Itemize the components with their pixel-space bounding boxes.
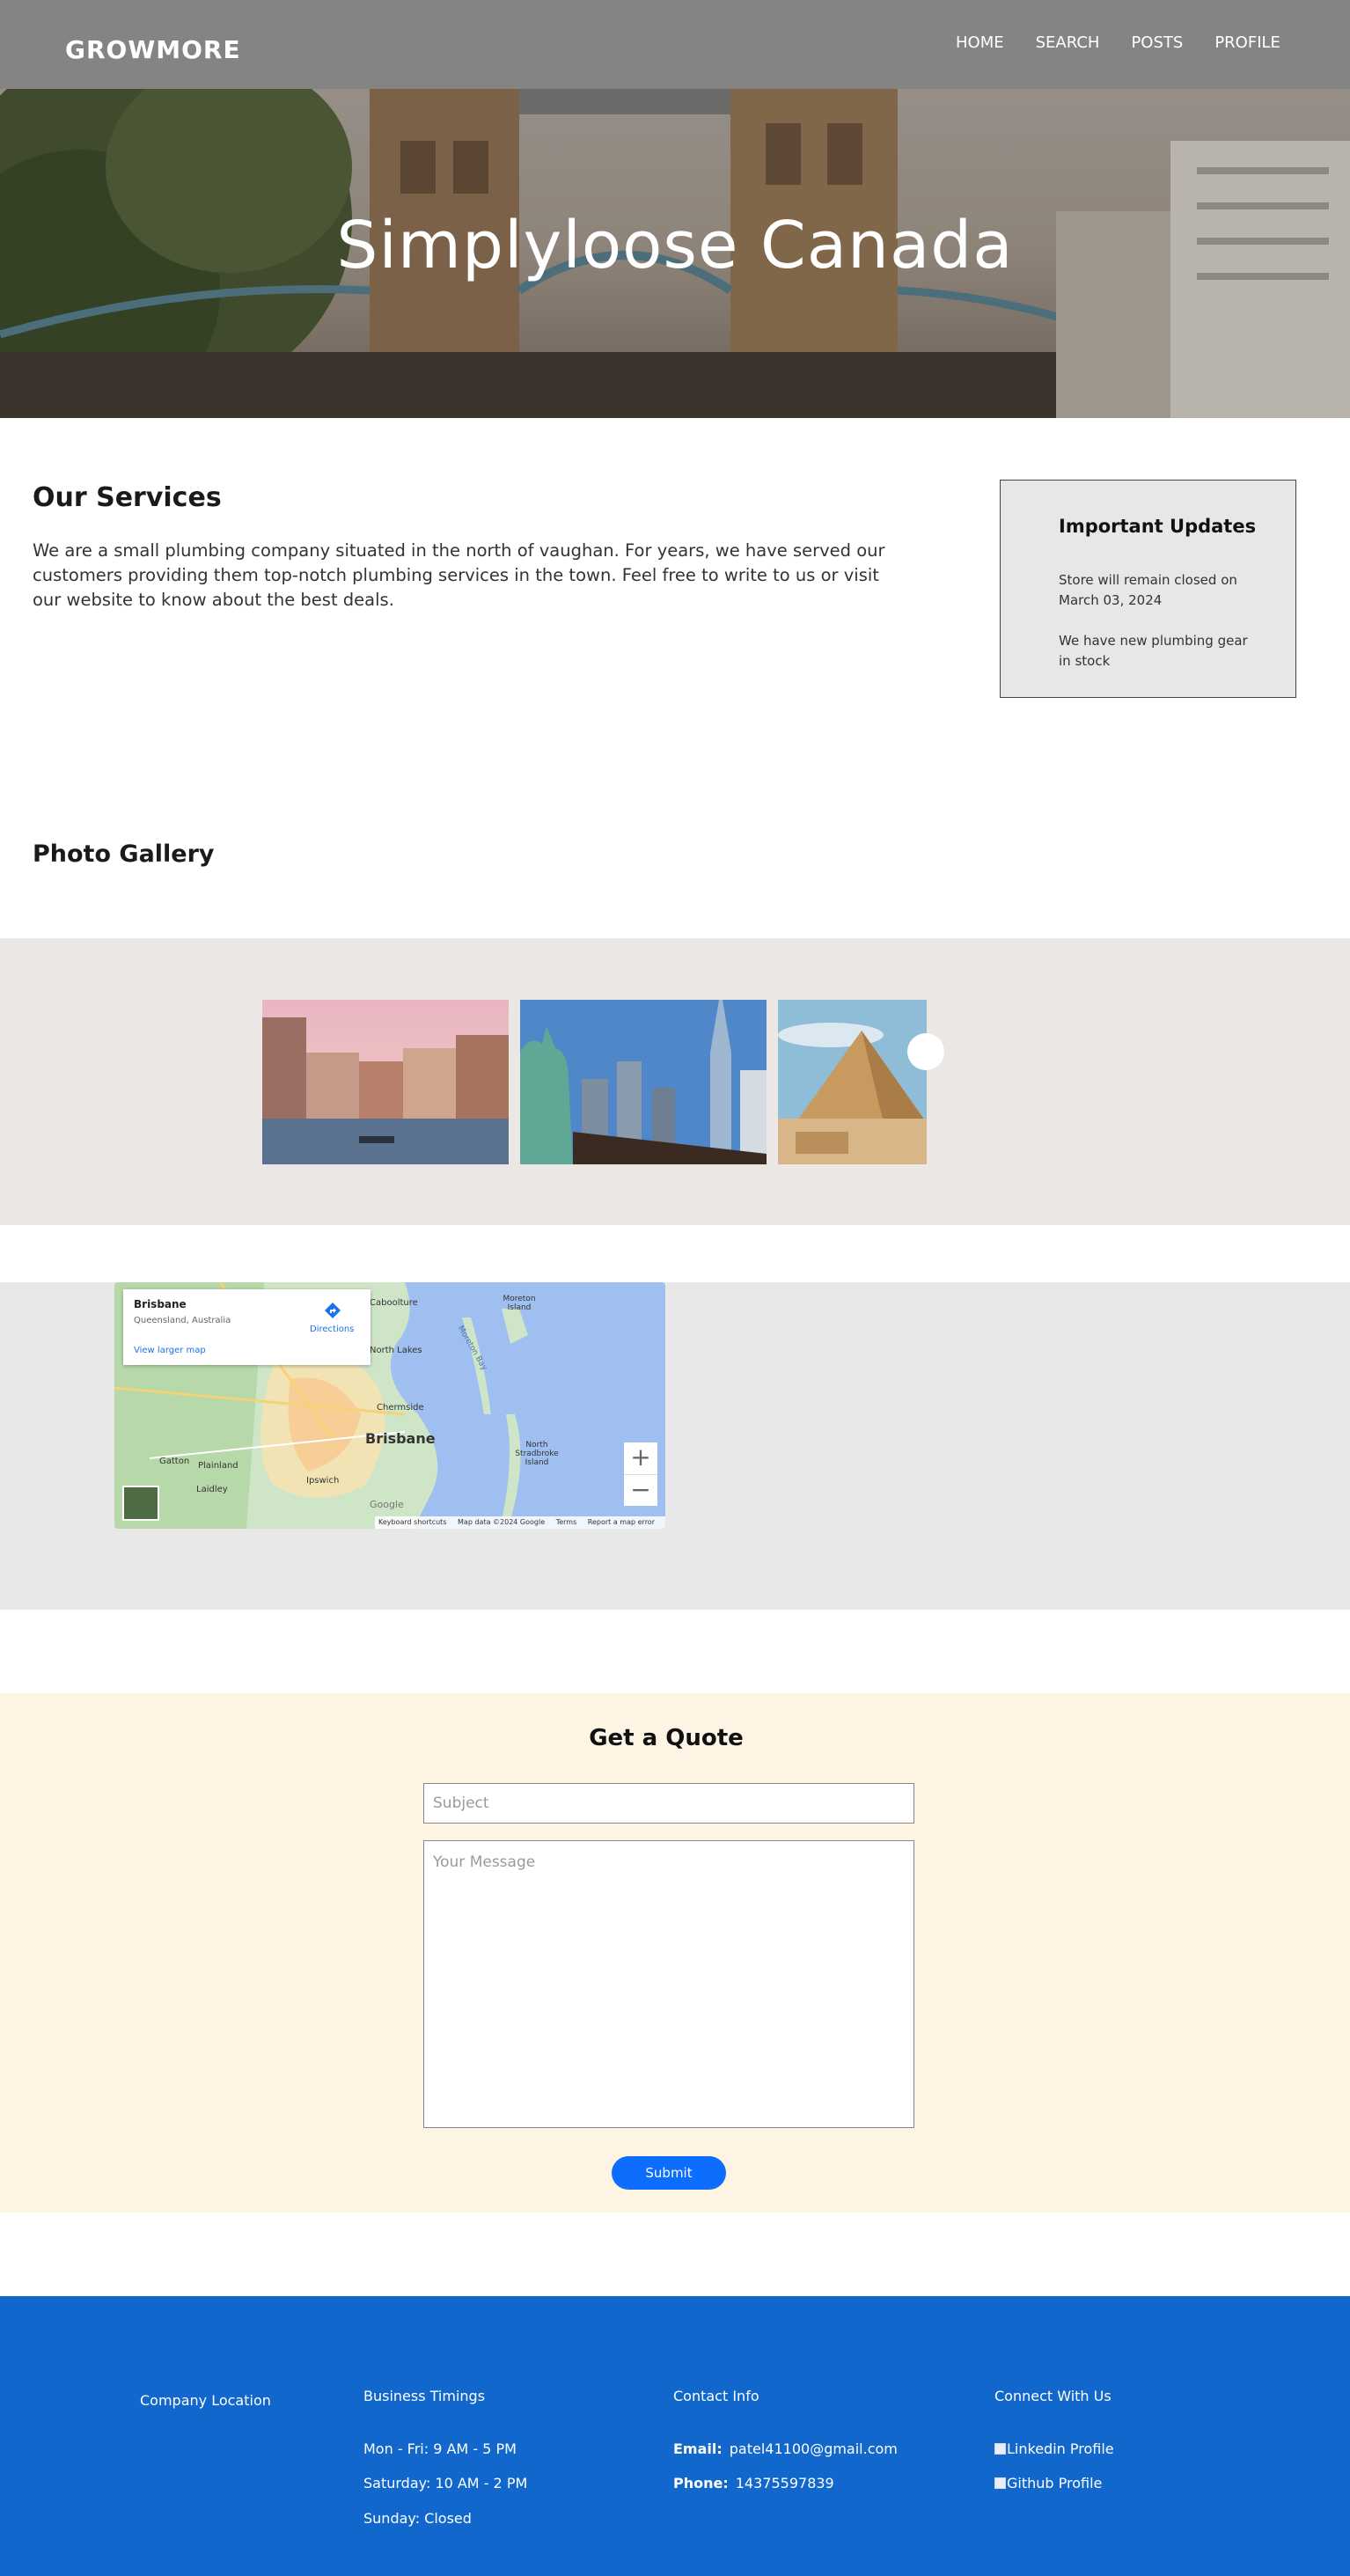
map-label-plainland: Plainland xyxy=(198,1461,238,1471)
nav-search[interactable]: SEARCH xyxy=(1036,33,1100,52)
update-item: We have new plumbing gear in stock xyxy=(1059,633,1248,669)
keyboard-shortcuts-link[interactable]: Keyboard shortcuts xyxy=(378,1518,446,1526)
map-label-laidley: Laidley xyxy=(196,1485,228,1494)
main-nav: HOME SEARCH POSTS PROFILE xyxy=(956,33,1312,52)
map-data-credit: Map data ©2024 Google xyxy=(458,1518,546,1526)
important-updates-panel: Important Updates Store will remain clos… xyxy=(1000,480,1296,698)
email-value[interactable]: patel41100@gmail.com xyxy=(730,2440,898,2457)
map-place-card: Brisbane Queensland, Australia View larg… xyxy=(123,1289,371,1365)
gallery-heading: Photo Gallery xyxy=(33,840,215,868)
linkedin-link[interactable]: Linkedin Profile xyxy=(994,2440,1114,2457)
quote-title: Get a Quote xyxy=(589,1725,744,1751)
map-place-region: Queensland, Australia xyxy=(134,1316,231,1325)
email-label: Email: xyxy=(673,2440,723,2457)
hero-banner: GROWMORE HOME SEARCH POSTS PROFILE Simpl… xyxy=(0,0,1350,418)
update-item: Store will remain closed on March 03, 20… xyxy=(1059,572,1237,608)
view-larger-map-link[interactable]: View larger map xyxy=(134,1346,206,1355)
company-location-heading: Company Location xyxy=(140,2392,271,2409)
submit-button[interactable]: Submit xyxy=(612,2156,726,2190)
contact-info-heading: Contact Info xyxy=(673,2388,759,2404)
nav-home[interactable]: HOME xyxy=(956,33,1004,52)
services-description: We are a small plumbing company situated… xyxy=(33,540,885,610)
github-alt-text[interactable]: Github Profile xyxy=(1007,2475,1102,2492)
nav-posts[interactable]: POSTS xyxy=(1131,33,1183,52)
hero-title: Simplyloose Canada xyxy=(336,208,1014,283)
phone-label: Phone: xyxy=(673,2475,729,2492)
nav-profile[interactable]: PROFILE xyxy=(1214,33,1280,52)
site-logo[interactable]: GROWMORE xyxy=(65,35,241,64)
phone-value[interactable]: 14375597839 xyxy=(736,2475,834,2492)
map-label-moreton-island: Moreton Island xyxy=(503,1295,536,1312)
timing-weekdays: Mon - Fri: 9 AM - 5 PM xyxy=(363,2440,517,2457)
connect-heading: Connect With Us xyxy=(994,2388,1112,2404)
report-map-error-link[interactable]: Report a map error xyxy=(588,1518,655,1526)
map-label-gatton: Gatton xyxy=(159,1457,190,1466)
carousel-next-button[interactable] xyxy=(907,1033,944,1070)
timing-sunday: Sunday: Closed xyxy=(363,2510,472,2527)
email-row: Email: patel41100@gmail.com xyxy=(673,2440,898,2457)
map-attribution-bar: Keyboard shortcuts Map data ©2024 Google… xyxy=(375,1516,665,1529)
navbar: GROWMORE HOME SEARCH POSTS PROFILE xyxy=(0,0,1350,89)
embedded-map[interactable]: Brisbane North Lakes Chermside Ipswich G… xyxy=(114,1282,665,1529)
map-label-ipswich: Ipswich xyxy=(306,1476,340,1486)
linkedin-alt-text[interactable]: Linkedin Profile xyxy=(1007,2440,1114,2457)
github-link[interactable]: Github Profile xyxy=(994,2475,1102,2492)
updates-title: Important Updates xyxy=(1059,516,1257,537)
directions-icon[interactable] xyxy=(324,1302,341,1319)
business-timings-heading: Business Timings xyxy=(363,2388,486,2404)
timing-saturday: Saturday: 10 AM - 2 PM xyxy=(363,2475,528,2492)
map-label-caboolture: Caboolture xyxy=(370,1298,418,1308)
services-heading: Our Services xyxy=(33,482,222,513)
linkedin-icon xyxy=(994,2443,1006,2455)
map-label-north-stradbroke: North Stradbroke Island xyxy=(515,1441,559,1467)
map-zoom-in-button[interactable]: + xyxy=(624,1442,657,1474)
phone-row: Phone: 14375597839 xyxy=(673,2475,834,2492)
map-label-chermside: Chermside xyxy=(377,1403,424,1413)
map-zoom-out-button[interactable]: − xyxy=(624,1474,657,1506)
subject-input[interactable] xyxy=(423,1783,914,1824)
directions-link[interactable]: Directions xyxy=(310,1325,354,1334)
gallery-photo-venice[interactable] xyxy=(262,1000,509,1164)
gallery-photo-pyramids[interactable] xyxy=(778,1000,927,1164)
message-textarea[interactable] xyxy=(423,1840,914,2128)
site-footer: Company Location Business Timings Mon - … xyxy=(0,2296,1350,2576)
google-logo: Google xyxy=(370,1499,404,1510)
terms-link[interactable]: Terms xyxy=(556,1518,577,1526)
map-place-name: Brisbane xyxy=(134,1298,187,1310)
github-icon xyxy=(994,2477,1006,2489)
map-label-north-lakes: North Lakes xyxy=(370,1346,422,1355)
map-label-brisbane: Brisbane xyxy=(365,1430,436,1447)
gallery-photo-new-york[interactable] xyxy=(520,1000,767,1164)
